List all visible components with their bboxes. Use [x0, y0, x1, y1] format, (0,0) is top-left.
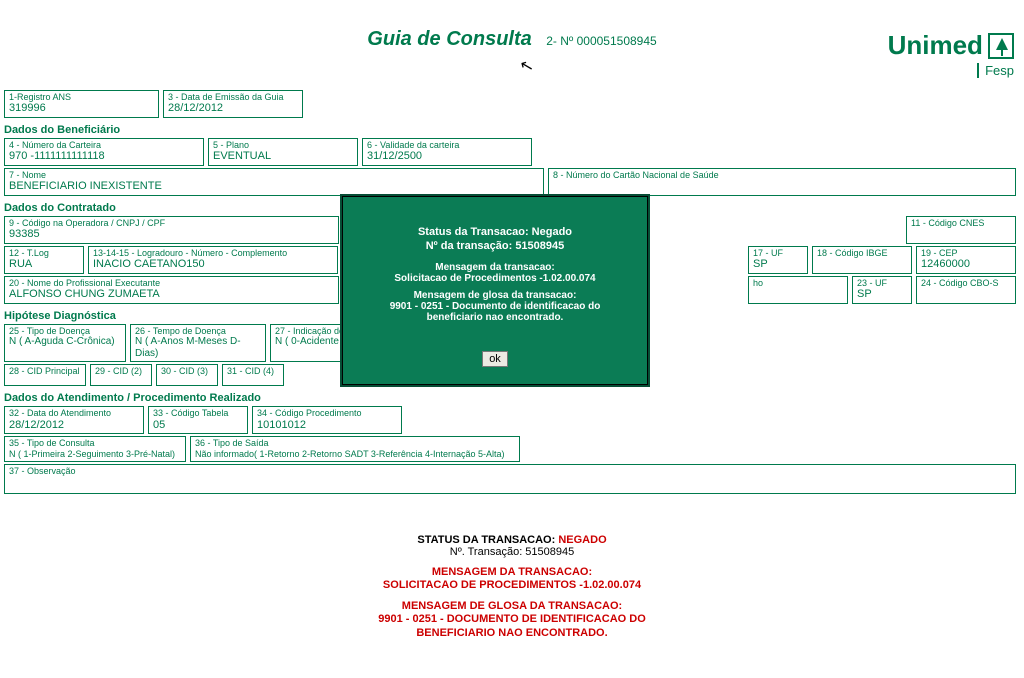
field-codigo-cnes: 11 - Código CNES [906, 216, 1016, 244]
modal-msg2-text1: 9901 - 0251 - Documento de identificacao… [350, 301, 640, 312]
brand-subtitle: Fesp [977, 63, 1014, 78]
guide-number: 000051508945 [577, 34, 657, 48]
brand-name: Unimed [888, 30, 983, 61]
section-beneficiario: Dados do Beneficiário [4, 124, 1020, 136]
field-codigo-procedimento: 34 - Código Procedimento 10101012 [252, 406, 402, 434]
footer-msg-1: MENSAGEM DA TRANSACAO: SOLICITACAO DE PR… [0, 566, 1024, 592]
field-tlog: 12 - T.Log RUA [4, 246, 84, 274]
field-plano: 5 - Plano EVENTUAL [208, 138, 358, 166]
field-codigo-tabela: 33 - Código Tabela 05 [148, 406, 248, 434]
transaction-number: Nº. Transação: 51508945 [0, 546, 1024, 558]
field-uf-23: 23 - UF SP [852, 276, 912, 304]
section-atendimento: Dados do Atendimento / Procedimento Real… [4, 392, 1020, 404]
field-cid-4: 31 - CID (4) [222, 364, 284, 386]
field-uf-17: 17 - UF SP [748, 246, 808, 274]
field-cid-principal: 28 - CID Principal [4, 364, 86, 386]
field-data-emissao: 3 - Data de Emissão da Guia 28/12/2012 [163, 90, 303, 118]
field-registro-ans: 1-Registro ANS 319996 [4, 90, 159, 118]
page-header: Unimed Fesp Guia de Consulta 2- Nº 00005… [0, 28, 1024, 88]
field-tempo-doenca: 26 - Tempo de Doença N ( A-Anos M-Meses … [130, 324, 266, 362]
footer-msg-2: MENSAGEM DE GLOSA DA TRANSACAO: 9901 - 0… [0, 600, 1024, 640]
footer-status-block: STATUS DA TRANSACAO: NEGADO Nº. Transaçã… [0, 534, 1024, 640]
brand-logo: Unimed Fesp [888, 30, 1014, 78]
modal-msg2-header: Mensagem de glosa da transacao: [350, 290, 640, 301]
status-modal: Status da Transacao: Negado Nº da transa… [340, 194, 650, 387]
modal-msg1-header: Mensagem da transacao: [350, 262, 640, 273]
modal-subtitle: Nº da transação: 51508945 [350, 240, 640, 252]
field-data-atendimento: 32 - Data do Atendimento 28/12/2012 [4, 406, 144, 434]
field-cid-2: 29 - CID (2) [90, 364, 152, 386]
field-logradouro: 13-14-15 - Logradouro - Número - Complem… [88, 246, 338, 274]
field-nome-profissional: 20 - Nome do Profissional Executante ALF… [4, 276, 339, 304]
field-num-carteira: 4 - Número da Carteira 970 -111111111111… [4, 138, 204, 166]
guide-number-prefix: 2- Nº [546, 34, 576, 48]
cursor-icon: ↖ [518, 55, 536, 78]
tree-icon [988, 33, 1014, 59]
field-22-partial: ho [748, 276, 848, 304]
field-cep: 19 - CEP 12460000 [916, 246, 1016, 274]
field-codigo-cbos: 24 - Código CBO-S [916, 276, 1016, 304]
field-tipo-doenca: 25 - Tipo de Doença N ( A-Aguda C-Crônic… [4, 324, 126, 362]
ok-button[interactable]: ok [482, 351, 508, 367]
status-label: STATUS DA TRANSACAO: [417, 534, 558, 546]
field-observacao: 37 - Observação [4, 464, 1016, 494]
field-cartao-nacional-saude: 8 - Número do Cartão Nacional de Saúde [548, 168, 1016, 196]
modal-msg2-text2: beneficiario nao encontrado. [350, 312, 640, 323]
field-codigo-operadora: 9 - Código na Operadora / CNPJ / CPF 933… [4, 216, 339, 244]
status-value: NEGADO [558, 534, 606, 546]
field-cid-3: 30 - CID (3) [156, 364, 218, 386]
modal-title: Status da Transacao: Negado [350, 226, 640, 238]
field-codigo-ibge: 18 - Código IBGE [812, 246, 912, 274]
field-validade-carteira: 6 - Validade da carteira 31/12/2500 [362, 138, 532, 166]
page-title-row: Guia de Consulta 2- Nº 000051508945 [0, 28, 1024, 51]
field-tipo-saida: 36 - Tipo de Saída Não informado( 1-Reto… [190, 436, 520, 462]
modal-msg1-text: Solicitacao de Procedimentos -1.02.00.07… [350, 273, 640, 284]
page-title: Guia de Consulta [367, 28, 531, 50]
field-tipo-consulta: 35 - Tipo de Consulta N ( 1-Primeira 2-S… [4, 436, 186, 462]
field-nome-beneficiario: 7 - Nome BENEFICIARIO INEXISTENTE [4, 168, 544, 196]
